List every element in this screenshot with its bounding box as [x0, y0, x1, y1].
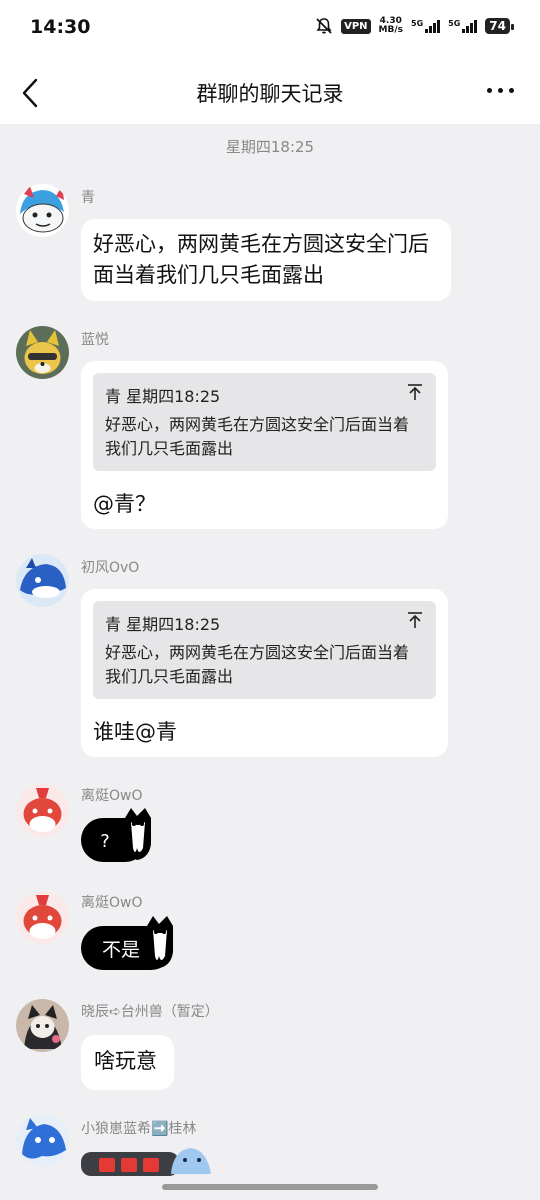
quote-header: 青 星期四18:25 — [105, 611, 424, 635]
sender-name: 离烶OwO — [81, 895, 143, 911]
mute-bell-icon — [316, 18, 332, 34]
quote-text: 好恶心，两网黄毛在方圆这安全门后面当着我们几只毛面露出 — [105, 415, 410, 458]
avatar[interactable] — [16, 784, 69, 837]
net-type-1: 5G — [411, 19, 424, 28]
message-text: @青？ — [93, 492, 156, 516]
avatar[interactable] — [16, 891, 69, 944]
message-bubble[interactable]: 青 星期四18:25 好恶心，两网黄毛在方圆这安全门后面当着我们几只毛面露出 @… — [81, 361, 448, 529]
sticker-text: ? — [100, 831, 110, 852]
page-title: 群聊的聊天记录 — [196, 82, 344, 106]
net-speed: 4.30 MB/s — [379, 17, 403, 35]
cat-sticker[interactable]: ? — [81, 808, 155, 868]
sticker-text: 不是 — [102, 939, 140, 961]
signal-2-icon: 5G — [448, 19, 478, 33]
quoted-message[interactable]: 青 星期四18:25 好恶心，两网黄毛在方圆这安全门后面当着我们几只毛面露出 — [93, 601, 436, 699]
cat-sticker[interactable]: 不是 — [81, 916, 177, 976]
vpn-badge: VPN — [341, 18, 371, 34]
message-text: 谁哇@青 — [93, 720, 177, 744]
home-indicator[interactable] — [162, 1184, 378, 1190]
sender-name: 小狼崽蓝希➡️桂林 — [81, 1121, 197, 1137]
message-text: 啥玩意 — [94, 1049, 157, 1073]
message-bubble[interactable]: 啥玩意 — [81, 1035, 174, 1090]
message-text: 好恶心，两网黄毛在方圆这安全门后面当着我们几只毛面露出 — [93, 232, 429, 287]
avatar[interactable] — [16, 554, 69, 607]
avatar[interactable] — [16, 184, 69, 237]
message-timestamp: 星期四18:25 — [225, 138, 315, 156]
status-time: 14:30 — [30, 16, 91, 38]
avatar[interactable] — [16, 1114, 69, 1167]
jump-to-original-icon[interactable] — [406, 611, 424, 629]
sender-name: 初风OvO — [81, 560, 140, 576]
status-icons: VPN 4.30 MB/s 5G 5G 74 — [315, 17, 514, 35]
sender-name: 蓝悦 — [81, 332, 109, 348]
sender-name: 晓辰➪台州兽（暂定） — [81, 1004, 219, 1020]
quote-time: 星期四18:25 — [126, 615, 221, 634]
avatar[interactable] — [16, 326, 69, 379]
avatar[interactable] — [16, 999, 69, 1052]
chat-header: 群聊的聊天记录 — [0, 62, 540, 124]
net-type-2: 5G — [448, 19, 461, 28]
signal-1-icon: 5G — [411, 19, 441, 33]
sender-name: 青 — [81, 190, 95, 206]
quoted-message[interactable]: 青 星期四18:25 好恶心，两网黄毛在方圆这安全门后面当着我们几只毛面露出 — [93, 373, 436, 471]
quote-sender: 青 — [105, 615, 122, 634]
jump-to-original-icon[interactable] — [406, 383, 424, 401]
net-speed-unit: MB/s — [378, 25, 404, 35]
quote-header: 青 星期四18:25 — [105, 383, 424, 407]
quote-text: 好恶心，两网黄毛在方圆这安全门后面当着我们几只毛面露出 — [105, 643, 410, 686]
sticker-image[interactable] — [81, 1146, 213, 1180]
message-bubble[interactable]: 青 星期四18:25 好恶心，两网黄毛在方圆这安全门后面当着我们几只毛面露出 谁… — [81, 589, 448, 757]
quote-time: 星期四18:25 — [126, 387, 221, 406]
status-bar: 14:30 VPN 4.30 MB/s 5G 5G 74 — [0, 0, 540, 62]
message-bubble[interactable]: 好恶心，两网黄毛在方圆这安全门后面当着我们几只毛面露出 — [81, 219, 451, 301]
sender-name: 离烶OwO — [81, 788, 143, 804]
quote-sender: 青 — [105, 387, 122, 406]
more-options-icon[interactable] — [487, 88, 514, 93]
battery-icon: 74 — [485, 18, 514, 34]
